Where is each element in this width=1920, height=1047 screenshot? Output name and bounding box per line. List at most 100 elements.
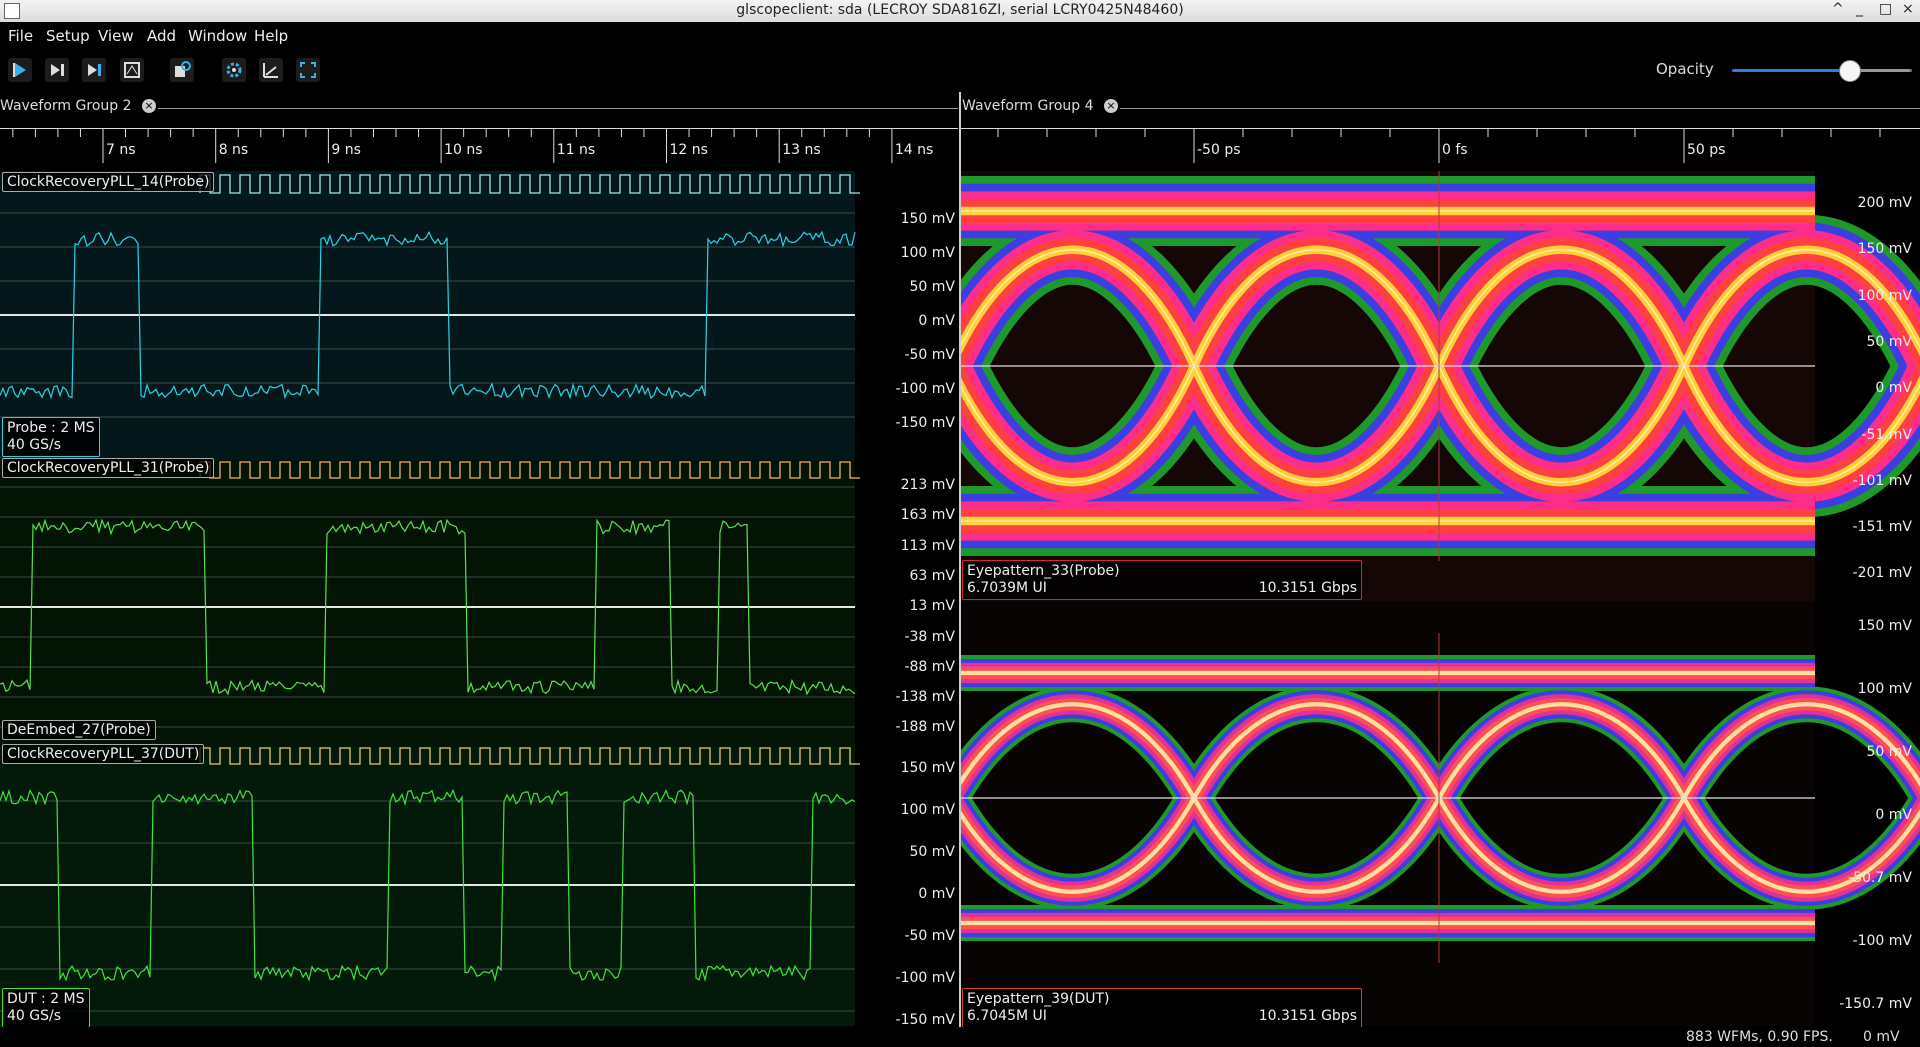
close-icon[interactable]: × [141, 99, 156, 113]
time-tick-label: 7 ns [106, 142, 136, 158]
voltage-label: 100 mV [900, 245, 955, 261]
stop-icon[interactable] [120, 58, 144, 82]
time-tick-label: 50 ps [1687, 142, 1726, 158]
voltage-label: -50 mV [904, 928, 955, 944]
channel-label[interactable]: ClockRecoveryPLL_37(DUT) [2, 744, 205, 764]
voltage-label: -150 mV [895, 415, 955, 431]
status-fps: 883 WFMs, 0.90 FPS. [1686, 1029, 1833, 1045]
status-bar [0, 1027, 1920, 1047]
eye-info-probe[interactable]: Eyepattern_33(Probe) 6.7039M UI 10.3151 G… [962, 560, 1362, 600]
channel-info-probe[interactable]: Probe : 2 MS 40 GS/s [2, 417, 100, 457]
voltage-label: 0 mV [918, 313, 955, 329]
time-tick-label: 10 ns [444, 142, 483, 158]
measure-icon[interactable] [259, 58, 283, 82]
eye-info-dut[interactable]: Eyepattern_39(DUT) 6.7045M UI 10.3151 Gbp… [962, 988, 1362, 1028]
voltage-label: 0 mV [1875, 807, 1912, 823]
close-icon[interactable]: × [1103, 99, 1118, 113]
channel-info-dut[interactable]: DUT : 2 MS 40 GS/s [2, 988, 90, 1028]
info-rate: 40 GS/s [7, 437, 62, 453]
settings-icon[interactable] [222, 58, 246, 82]
tab-label: Waveform Group 4 [962, 98, 1094, 114]
status-cursor: 0 mV [1863, 1029, 1900, 1045]
voltage-label: 100 mV [1857, 681, 1912, 697]
voltage-label: 63 mV [909, 567, 955, 584]
voltage-label: 113 mV [900, 537, 955, 554]
channel-label[interactable]: ClockRecoveryPLL_31(Probe) [2, 458, 215, 478]
waveform-plots[interactable] [0, 163, 958, 1026]
eye-name: Eyepattern_33(Probe) [967, 563, 1120, 579]
menu-help[interactable]: Help [254, 27, 288, 45]
time-axis-ticks [997, 129, 1881, 163]
voltage-label: -38 mV [904, 628, 955, 645]
time-axis-right[interactable] [961, 128, 1920, 163]
title-bar: glscopeclient: sda (LECROY SDA816ZI, ser… [0, 0, 1920, 23]
voltage-label: -150 mV [895, 1012, 955, 1028]
menu-view[interactable]: View [98, 27, 134, 45]
voltage-label: -100 mV [895, 381, 955, 397]
shade-button[interactable]: ^ [1832, 1, 1844, 17]
voltage-label: -201 mV [1852, 565, 1912, 582]
voltage-label: -100 mV [895, 970, 955, 986]
minimize-button[interactable]: _ [1856, 1, 1863, 17]
voltage-label: -138 mV [895, 689, 955, 706]
single-trigger-icon[interactable] [45, 58, 69, 82]
tab-waveform-group-2[interactable]: Waveform Group 2 × [0, 98, 156, 118]
tab-waveform-group-4[interactable]: Waveform Group 4 × [962, 98, 1118, 118]
force-trigger-icon[interactable] [82, 58, 106, 82]
voltage-label: 150 mV [1857, 241, 1912, 258]
eye-name: Eyepattern_39(DUT) [967, 991, 1110, 1007]
voltage-label: 50 mV [1866, 744, 1912, 760]
voltage-label: 0 mV [1875, 380, 1912, 397]
opacity-slider-handle[interactable] [1839, 60, 1861, 82]
time-tick-label: 12 ns [669, 142, 708, 158]
time-tick-label: 8 ns [218, 142, 249, 158]
eye-rate: 10.3151 Gbps [1258, 580, 1357, 596]
channel-label[interactable]: DeEmbed_27(Probe) [2, 720, 156, 740]
tab-divider [158, 108, 958, 109]
time-tick-label: -50 ps [1197, 142, 1241, 158]
voltage-label: -88 mV [904, 658, 955, 675]
eye-ui: 6.7039M UI [967, 580, 1047, 596]
fullscreen-icon[interactable] [296, 58, 320, 82]
voltage-label: 13 mV [909, 598, 955, 615]
time-tick-label: 14 ns [894, 142, 934, 158]
history-icon[interactable] [170, 58, 194, 82]
voltage-label: 150 mV [900, 760, 955, 776]
tab-label: Waveform Group 2 [0, 98, 132, 114]
start-icon[interactable] [8, 58, 32, 82]
voltage-label: -50.7 mV [1848, 870, 1912, 886]
time-tick-label: 9 ns [331, 142, 361, 158]
voltage-label: -50 mV [904, 347, 955, 363]
info-depth: DUT : 2 MS [7, 991, 85, 1007]
menu-file[interactable]: File [8, 27, 33, 45]
channel-label[interactable]: ClockRecoveryPLL_14(Probe) [2, 172, 215, 192]
tab-divider [1120, 108, 1920, 109]
menu-window[interactable]: Window [188, 27, 247, 45]
voltage-label: 100 mV [900, 802, 955, 818]
voltage-label: -150.7 mV [1839, 996, 1912, 1012]
maximize-button[interactable]: □ [1879, 1, 1892, 17]
time-tick-label: 13 ns [782, 142, 821, 158]
voltage-label: -151 mV [1852, 519, 1912, 536]
voltage-label: -51 mV [1861, 426, 1912, 443]
opacity-label: Opacity [1656, 60, 1714, 78]
voltage-label: -100 mV [1852, 933, 1912, 949]
voltage-label: 150 mV [1857, 618, 1912, 634]
voltage-label: 50 mV [909, 279, 955, 295]
voltage-label: -101 mV [1852, 472, 1912, 489]
info-rate: 40 GS/s [7, 1008, 62, 1024]
window-title: glscopeclient: sda (LECROY SDA816ZI, ser… [736, 2, 1184, 18]
voltage-label: 163 mV [900, 507, 955, 524]
menu-bar: File Setup View Add Window Help [0, 22, 1920, 48]
close-window-button[interactable]: × [1902, 1, 1914, 17]
voltage-label: 213 mV [900, 477, 955, 493]
voltage-label: -188 mV [895, 719, 955, 736]
voltage-label: 50 mV [909, 844, 955, 860]
voltage-label: 100 mV [1857, 287, 1912, 304]
menu-setup[interactable]: Setup [46, 27, 90, 45]
voltage-label: 50 mV [1866, 333, 1912, 350]
voltage-label: 150 mV [900, 211, 955, 227]
menu-add[interactable]: Add [147, 27, 176, 45]
eye-rate: 10.3151 Gbps [1258, 1008, 1357, 1024]
eye-ui: 6.7045M UI [967, 1008, 1047, 1024]
